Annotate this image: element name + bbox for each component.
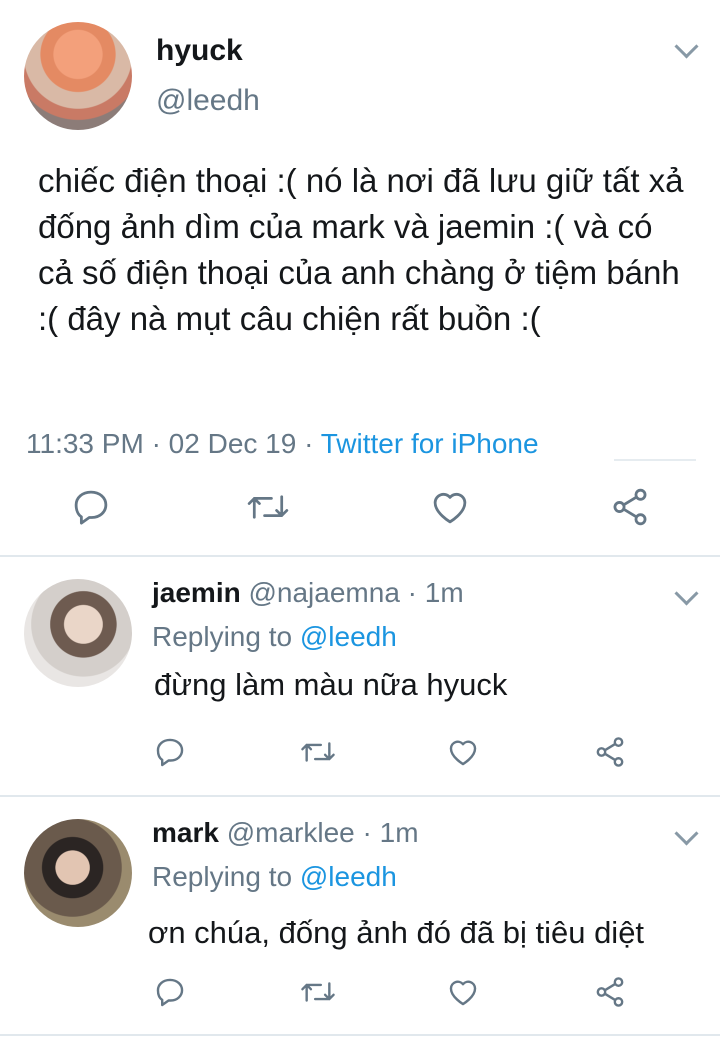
reply-tweet: mark @marklee · 1m Replying to @leedh ơn…	[0, 797, 720, 1035]
main-tweet: hyuck @leedh chiếc điện thoại :( nó là n…	[0, 0, 720, 556]
tweet-time: 11:33 PM	[26, 428, 144, 459]
reply-text: ơn chúa, đống ảnh đó đã bị tiêu diệt	[148, 915, 645, 950]
reply-button[interactable]	[153, 735, 187, 769]
replying-label: Replying to	[152, 621, 293, 652]
tweet-text: chiếc điện thoại :( nó là nơi đã lưu giữ…	[38, 162, 684, 337]
author-name[interactable]: hyuck	[156, 34, 243, 68]
retweet-icon	[301, 742, 335, 762]
share-icon	[596, 977, 624, 1007]
author-handle[interactable]: @leedh	[156, 84, 260, 118]
avatar[interactable]	[24, 579, 132, 687]
author-handle[interactable]: @marklee	[227, 817, 355, 848]
tweet-source-link[interactable]: Twitter for iPhone	[321, 428, 539, 459]
reply-icon	[74, 490, 108, 525]
tweet-meta: 11:33 PM · 02 Dec 19 · Twitter for iPhon…	[26, 428, 539, 460]
replying-label: Replying to	[152, 861, 293, 892]
heart-icon	[449, 980, 477, 1006]
reply-icon	[156, 738, 184, 767]
meta-divider	[614, 459, 696, 461]
mention-link[interactable]: @leedh	[300, 861, 397, 892]
tweet-age: 1m	[379, 817, 419, 848]
chevron-down-icon[interactable]	[674, 581, 699, 606]
heart-icon	[449, 740, 477, 766]
reply-text: đừng làm màu nữa hyuck	[154, 667, 508, 702]
mention-link[interactable]: @leedh	[300, 621, 397, 652]
retweet-button[interactable]	[298, 975, 338, 1009]
reply-header: mark @marklee · 1m	[152, 817, 419, 849]
share-button[interactable]	[592, 975, 628, 1009]
reply-button[interactable]	[70, 486, 112, 528]
meta-separator: ·	[304, 428, 314, 459]
chevron-down-icon[interactable]	[674, 34, 699, 59]
like-button[interactable]	[445, 975, 481, 1009]
like-button[interactable]	[428, 486, 472, 528]
reply-icon	[156, 978, 184, 1007]
meta-separator: ·	[151, 428, 161, 459]
tweet-age: 1m	[424, 577, 464, 608]
share-button[interactable]	[592, 735, 628, 769]
retweet-icon	[301, 982, 335, 1002]
heart-icon	[433, 492, 467, 524]
author-name[interactable]: mark	[152, 817, 219, 848]
replying-to: Replying to @leedh	[152, 861, 397, 893]
reply-header: jaemin @najaemna · 1m	[152, 577, 464, 609]
share-icon	[613, 488, 647, 526]
share-icon	[596, 737, 624, 767]
reply-tweet: jaemin @najaemna · 1m Replying to @leedh…	[0, 557, 720, 795]
retweet-button[interactable]	[298, 735, 338, 769]
like-button[interactable]	[445, 735, 481, 769]
chevron-down-icon[interactable]	[674, 821, 699, 846]
tweet-date: 02 Dec 19	[168, 428, 297, 459]
replying-to: Replying to @leedh	[152, 621, 397, 653]
divider	[0, 1034, 720, 1036]
author-name[interactable]: jaemin	[152, 577, 241, 608]
retweet-icon	[247, 495, 289, 519]
retweet-button[interactable]	[244, 486, 292, 528]
avatar[interactable]	[24, 22, 132, 130]
meta-separator: ·	[407, 577, 417, 608]
share-button[interactable]	[608, 486, 652, 528]
author-handle[interactable]: @najaemna	[248, 577, 399, 608]
avatar[interactable]	[24, 819, 132, 927]
reply-button[interactable]	[153, 975, 187, 1009]
meta-separator: ·	[362, 817, 372, 848]
